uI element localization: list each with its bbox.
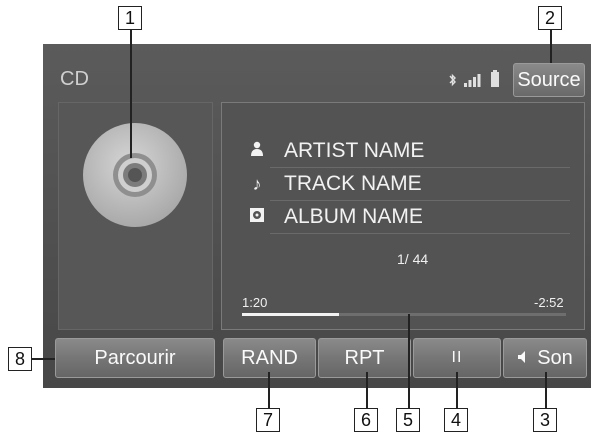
- mode-label: CD: [60, 68, 89, 90]
- source-label: Source: [517, 68, 581, 91]
- cd-disc-icon: [81, 121, 189, 229]
- remaining-time: -2:52: [534, 295, 564, 310]
- divider: [270, 233, 570, 234]
- track-name: TRACK NAME: [284, 172, 422, 195]
- artist-row: ARTIST NAME: [240, 136, 570, 166]
- callout-1: 1: [118, 6, 142, 30]
- track-info-panel: ARTIST NAME ♪ TRACK NAME ALBUM NAME 1/ 4…: [221, 102, 585, 330]
- bluetooth-icon: [448, 72, 458, 88]
- callout-4: 4: [444, 408, 468, 432]
- browse-label: Parcourir: [94, 346, 176, 369]
- sound-label: Son: [537, 346, 573, 369]
- callout-7: 7: [256, 408, 280, 432]
- callout-3: 3: [533, 408, 557, 432]
- signal-bars-icon: [464, 72, 484, 88]
- album-art-panel: [58, 102, 213, 330]
- speaker-icon: [517, 347, 529, 370]
- source-button[interactable]: Source: [513, 63, 585, 97]
- leader-line: [32, 358, 55, 360]
- album-name: ALBUM NAME: [284, 205, 423, 228]
- divider: [270, 200, 570, 201]
- pause-icon: II: [451, 349, 463, 366]
- music-note-icon: ♪: [252, 173, 262, 194]
- progress-fill: [242, 313, 340, 316]
- leader-line: [408, 314, 410, 408]
- leader-line: [456, 372, 458, 408]
- progress-track[interactable]: [242, 313, 566, 316]
- random-button[interactable]: RAND: [223, 338, 316, 378]
- repeat-label: RPT: [344, 346, 385, 369]
- leader-line: [366, 372, 368, 408]
- random-label: RAND: [241, 346, 298, 369]
- elapsed-time: 1:20: [242, 295, 268, 310]
- track-row: ♪ TRACK NAME: [240, 169, 570, 199]
- browse-button[interactable]: Parcourir: [55, 338, 215, 378]
- artist-name: ARTIST NAME: [284, 139, 425, 162]
- album-disc-icon: [240, 207, 274, 228]
- leader-line: [268, 372, 270, 408]
- divider: [270, 167, 570, 168]
- track-position: 1/ 44: [397, 251, 429, 267]
- leader-line: [130, 30, 132, 158]
- callout-8: 8: [8, 347, 32, 371]
- callout-2: 2: [538, 6, 562, 30]
- battery-icon: [490, 70, 500, 88]
- callout-6: 6: [354, 408, 378, 432]
- leader-line: [545, 372, 547, 408]
- callout-5: 5: [396, 408, 420, 432]
- leader-line: [550, 30, 552, 63]
- album-row: ALBUM NAME: [240, 202, 570, 232]
- person-icon: [240, 141, 274, 162]
- repeat-button[interactable]: RPT: [318, 338, 411, 378]
